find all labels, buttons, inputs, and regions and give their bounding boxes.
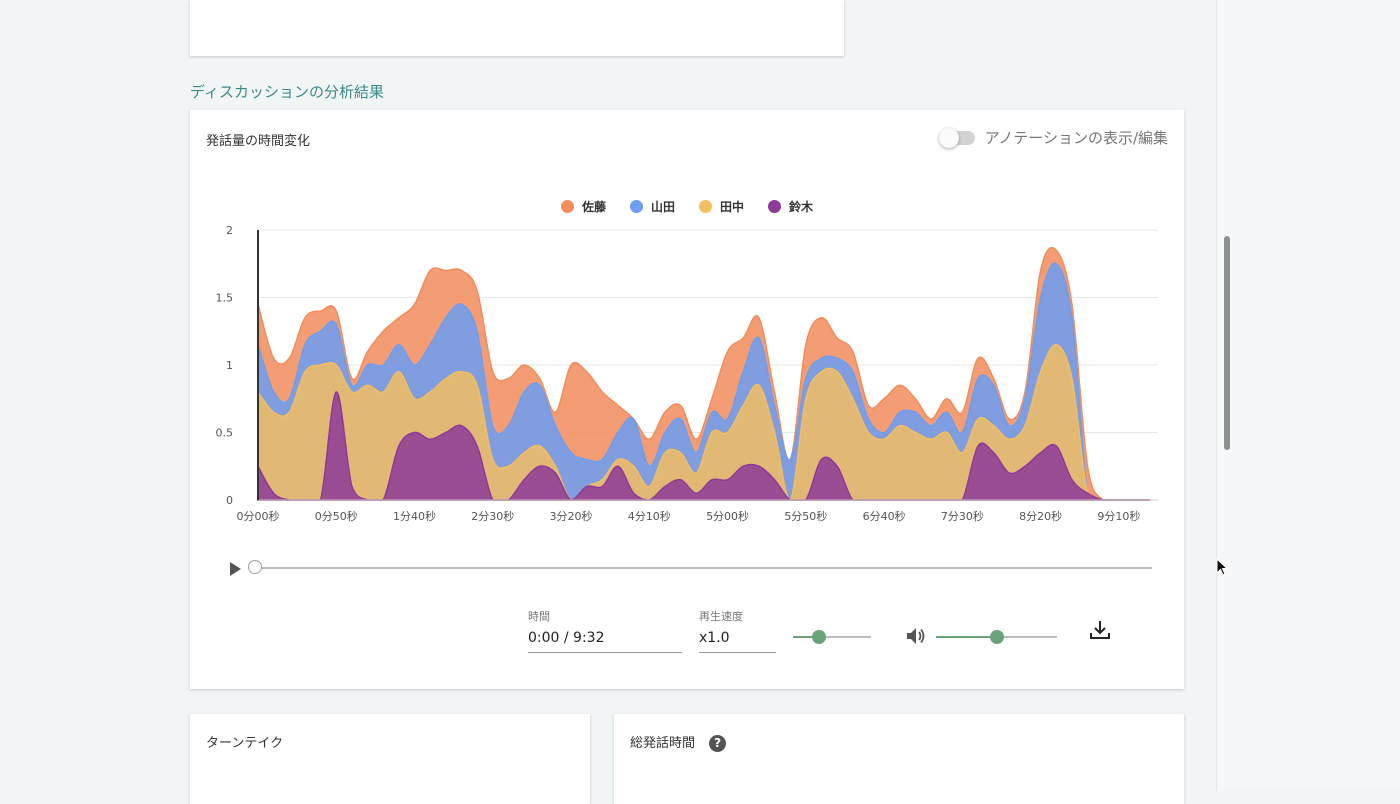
top-card xyxy=(190,0,844,56)
x-tick-label: 4分10秒 xyxy=(628,509,671,523)
speech-volume-card: 発話量の時間変化 アノテーションの表示/編集 佐藤 山田 田中 鈴木 0 0.5 1 1.5… xyxy=(190,110,1184,689)
play-icon[interactable] xyxy=(230,562,241,576)
turn-take-title: ターンテイク xyxy=(206,736,284,751)
volume-slider-knob[interactable] xyxy=(989,630,1004,644)
y-tick-label: 0 xyxy=(226,494,233,507)
time-field: 時間 0:00 / 9:32 xyxy=(528,608,682,653)
stacked-area-chart: 0 0.5 1 1.5 2 0分00秒 0分50秒 1分40秒 2分30秒 3分20秒 4分10秒 5… xyxy=(216,224,1158,523)
scrollbar-thumb[interactable] xyxy=(1224,236,1230,450)
y-tick-label: 2 xyxy=(226,224,233,237)
x-tick-label: 5分00秒 xyxy=(706,509,749,523)
right-gutter xyxy=(1216,0,1400,791)
speed-slider-knob[interactable] xyxy=(811,630,826,644)
help-icon[interactable]: ? xyxy=(709,735,727,752)
total-speech-title-row: 総発話時間 ? xyxy=(630,732,727,752)
speed-value[interactable]: x1.0 xyxy=(699,630,776,653)
speed-field[interactable]: 再生速度 x1.0 xyxy=(699,608,776,653)
time-label: 時間 xyxy=(528,610,550,623)
total-speech-title: 総発話時間 xyxy=(630,736,696,751)
x-tick-label: 2分30秒 xyxy=(471,509,514,523)
time-value: 0:00 / 9:32 xyxy=(528,630,682,653)
speed-slider[interactable] xyxy=(793,630,871,644)
volume-slider-fill xyxy=(936,636,997,638)
x-tick-label: 5分50秒 xyxy=(784,509,827,523)
x-tick-label: 0分00秒 xyxy=(237,509,280,523)
x-tick-label: 8分20秒 xyxy=(1019,509,1062,523)
x-tick-label: 1分40秒 xyxy=(393,509,436,523)
download-icon[interactable] xyxy=(1089,619,1111,641)
y-tick-label: 1 xyxy=(226,359,233,372)
x-tick-label: 6分40秒 xyxy=(863,509,906,523)
playback-track[interactable] xyxy=(256,567,1152,569)
speed-label: 再生速度 xyxy=(699,610,743,623)
audio-player xyxy=(230,560,1154,576)
volume-icon[interactable] xyxy=(906,627,926,645)
x-tick-label: 7分30秒 xyxy=(941,509,984,523)
y-tick-label: 0.5 xyxy=(216,427,234,440)
volume-slider[interactable] xyxy=(936,630,1057,644)
playback-knob[interactable] xyxy=(248,560,262,574)
mouse-cursor-icon xyxy=(1216,558,1229,576)
x-tick-label: 3分20秒 xyxy=(550,509,593,523)
x-tick-label: 9分10秒 xyxy=(1097,509,1140,523)
x-tick-label: 0分50秒 xyxy=(315,509,358,523)
y-tick-label: 1.5 xyxy=(216,292,234,305)
section-title: ディスカッションの分析結果 xyxy=(190,83,384,101)
